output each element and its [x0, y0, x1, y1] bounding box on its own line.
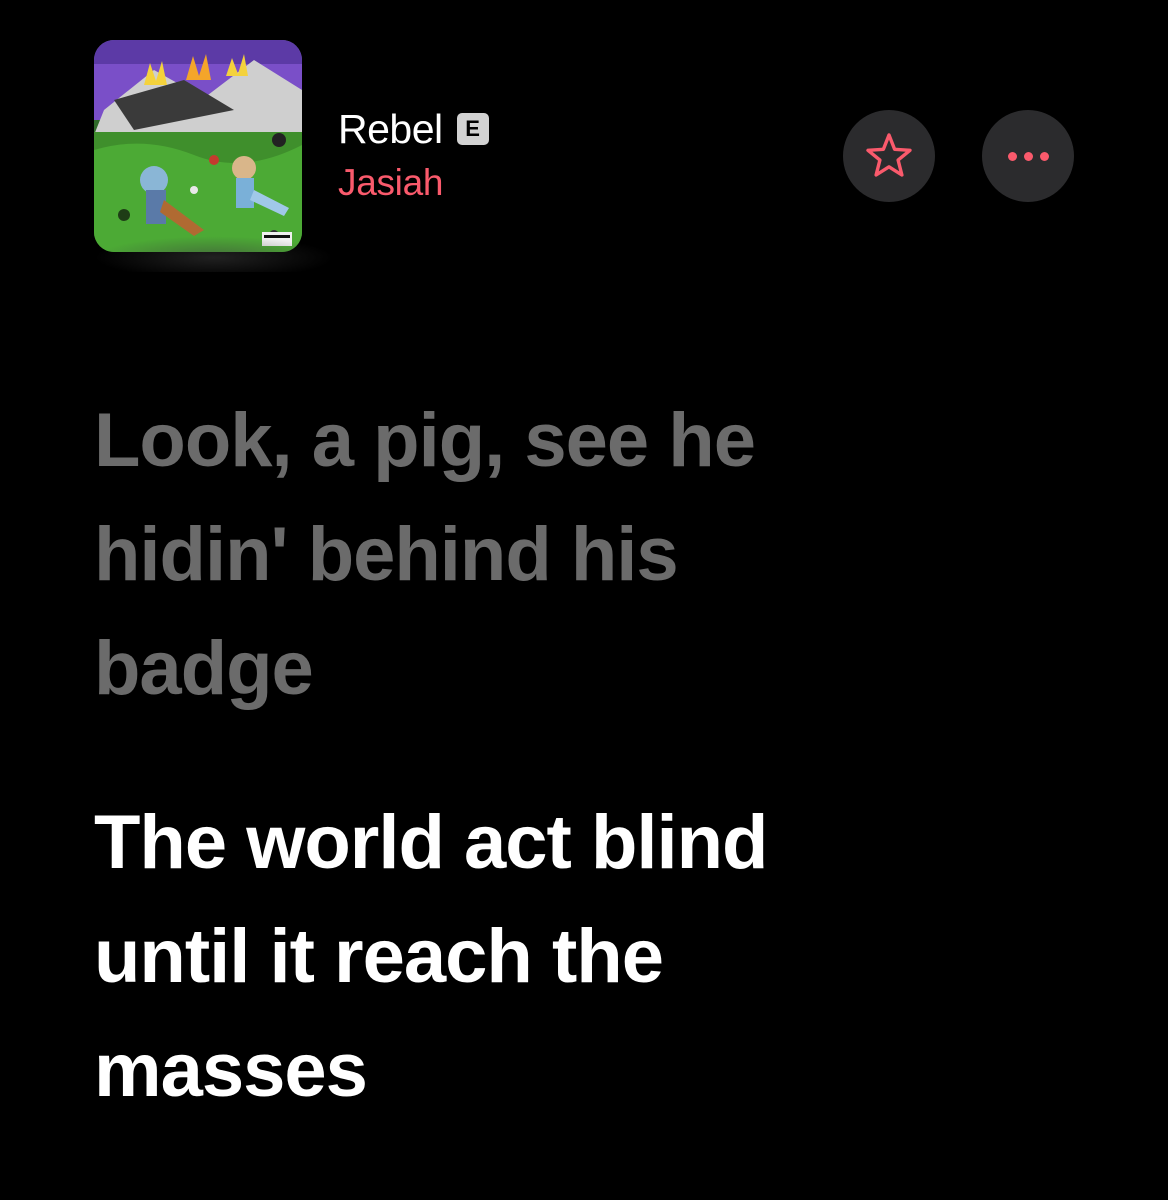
- now-playing-header: Rebel E Jasiah: [0, 0, 1168, 272]
- star-icon: [866, 133, 912, 177]
- lyric-text: masses: [94, 1028, 368, 1113]
- lyric-text: Look, a pig, see he: [94, 398, 756, 483]
- lyric-text: The world act blind: [94, 800, 768, 885]
- explicit-badge: E: [456, 113, 489, 145]
- lyric-text: until it reach the: [94, 914, 664, 999]
- ellipsis-icon: [1007, 151, 1049, 161]
- song-title[interactable]: Rebel: [338, 106, 443, 153]
- lyric-text: hidin' behind his: [94, 512, 679, 597]
- favorite-button[interactable]: [843, 110, 935, 202]
- album-artwork[interactable]: [94, 40, 302, 252]
- lyric-line-current[interactable]: The world act blind until it reach the m…: [94, 786, 1074, 1128]
- lyric-text: badge: [94, 626, 314, 711]
- lyrics-view[interactable]: Look, a pig, see he hidin' behind his ba…: [94, 384, 1074, 1128]
- previous-line-fade: [94, 236, 334, 272]
- lyric-line-previous[interactable]: Look, a pig, see he hidin' behind his ba…: [94, 384, 1074, 726]
- artist-name[interactable]: Jasiah: [338, 162, 443, 204]
- track-title-row: Rebel E: [338, 104, 489, 154]
- album-artwork-image: [94, 40, 302, 252]
- more-options-button[interactable]: [982, 110, 1074, 202]
